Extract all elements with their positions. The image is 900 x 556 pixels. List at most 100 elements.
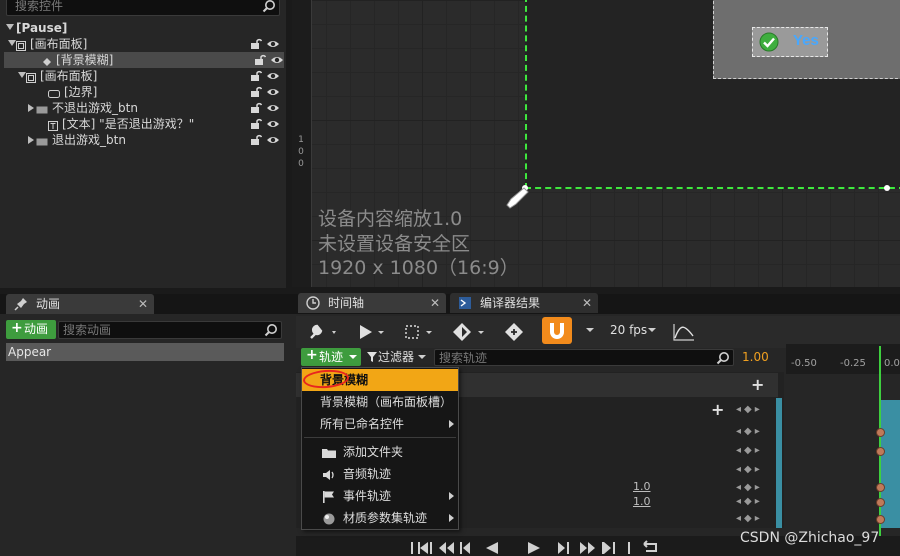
current-time-readout[interactable]: 1.00: [742, 350, 769, 364]
next-key-icon[interactable]: ▸: [755, 513, 763, 524]
close-icon[interactable]: ✕: [138, 294, 148, 314]
tree-item[interactable]: [Pause]: [0, 20, 286, 36]
collapse-arrow-icon[interactable]: [28, 104, 34, 112]
keyframe-nav-buttons[interactable]: ◂◆▸: [736, 496, 763, 507]
keyframe-nav-buttons[interactable]: ◂◆▸: [736, 445, 763, 456]
menu-item[interactable]: 材质参数集轨迹: [302, 507, 458, 529]
transport-icons[interactable]: [406, 536, 676, 556]
curve-editor-icon[interactable]: [672, 322, 696, 342]
lock-icon[interactable]: [250, 118, 262, 130]
menu-item[interactable]: 添加文件夹: [302, 441, 458, 463]
menu-item[interactable]: 事件轨迹: [302, 485, 458, 507]
next-key-icon[interactable]: ▸: [755, 482, 763, 493]
keyframe[interactable]: [876, 428, 885, 437]
close-icon[interactable]: ✕: [582, 293, 592, 313]
next-key-icon[interactable]: ▸: [755, 426, 763, 437]
keyframe-nav-buttons[interactable]: ◂◆▸: [736, 426, 763, 437]
animation-section[interactable]: [880, 400, 900, 528]
playhead[interactable]: [879, 346, 881, 536]
next-key-icon[interactable]: ▸: [755, 464, 763, 475]
next-key-icon[interactable]: ▸: [755, 496, 763, 507]
lock-icon[interactable]: [250, 38, 262, 50]
snap-magnet-button[interactable]: [542, 317, 572, 344]
yes-button[interactable]: Yes: [752, 27, 828, 57]
lock-icon[interactable]: [254, 54, 266, 66]
expand-arrow-icon[interactable]: [6, 24, 14, 30]
tree-item[interactable]: [背景模糊]: [4, 52, 284, 68]
search-icon[interactable]: [262, 0, 276, 13]
value-readout[interactable]: 1.0: [633, 480, 651, 493]
eye-icon[interactable]: [266, 135, 280, 145]
lock-icon[interactable]: [250, 134, 262, 146]
prev-key-icon[interactable]: ◂: [736, 496, 744, 507]
keyframe-nav-buttons[interactable]: ◂◆▸: [736, 404, 763, 415]
lock-icon[interactable]: [250, 102, 262, 114]
close-icon[interactable]: ✕: [430, 293, 440, 313]
tree-item[interactable]: [边界]: [0, 84, 286, 100]
tree-item[interactable]: 不退出游戏_btn: [0, 100, 286, 116]
prev-key-icon[interactable]: ◂: [736, 513, 744, 524]
keyframe-nav-buttons[interactable]: ◂◆▸: [736, 482, 763, 493]
eye-icon[interactable]: [266, 71, 280, 81]
add-key-icon[interactable]: ◆: [744, 464, 755, 475]
search-icon[interactable]: [264, 323, 278, 337]
prev-key-icon[interactable]: ◂: [736, 482, 744, 493]
tree-item[interactable]: 退出游戏_btn: [0, 132, 286, 148]
eye-icon[interactable]: [266, 87, 280, 97]
next-key-icon[interactable]: ▸: [755, 404, 763, 415]
add-key-icon[interactable]: ◆: [744, 513, 755, 524]
keyframe-icon[interactable]: [450, 322, 490, 342]
keyframe[interactable]: [876, 498, 885, 507]
widget-search-box[interactable]: [6, 0, 280, 16]
track-search-box[interactable]: [434, 349, 734, 366]
eye-icon[interactable]: [270, 55, 284, 65]
next-key-icon[interactable]: ▸: [755, 445, 763, 456]
lock-icon[interactable]: [250, 86, 262, 98]
lock-icon[interactable]: [250, 70, 262, 82]
tab-timeline[interactable]: 时间轴 ✕: [298, 293, 446, 313]
add-key-icon[interactable]: ◆: [744, 496, 755, 507]
keyframe-nav-buttons[interactable]: ◂◆▸: [736, 464, 763, 475]
menu-item[interactable]: 音频轨迹: [302, 463, 458, 485]
add-key-icon[interactable]: ◆: [744, 482, 755, 493]
search-icon[interactable]: [716, 351, 730, 365]
eye-icon[interactable]: [266, 39, 280, 49]
prev-key-icon[interactable]: ◂: [736, 404, 744, 415]
add-key-icon[interactable]: ◆: [744, 426, 755, 437]
keyframe[interactable]: [876, 483, 885, 492]
resize-handle[interactable]: [884, 185, 890, 191]
add-animation-button[interactable]: 动画: [6, 319, 56, 339]
animation-search-box[interactable]: [58, 321, 282, 339]
prev-key-icon[interactable]: ◂: [736, 426, 744, 437]
chevron-down-icon[interactable]: [418, 355, 426, 359]
prev-key-icon[interactable]: ◂: [736, 445, 744, 456]
fps-selector[interactable]: 20 fps: [610, 321, 647, 339]
value-readout[interactable]: 1.0: [633, 495, 651, 508]
chevron-down-icon[interactable]: [349, 355, 357, 359]
expand-arrow-icon[interactable]: [8, 40, 16, 46]
tree-item[interactable]: [文本] "是否退出游戏？": [0, 116, 286, 132]
add-icon[interactable]: +: [751, 375, 764, 394]
track-search-input[interactable]: [435, 350, 711, 365]
add-key-icon[interactable]: ◆: [744, 404, 755, 415]
tab-compiler-results[interactable]: 编译器结果 ✕: [450, 293, 598, 313]
tree-item[interactable]: [画布面板]: [0, 68, 286, 84]
keyframe[interactable]: [876, 447, 885, 456]
keyframe-nav-buttons[interactable]: ◂◆▸: [736, 513, 763, 524]
selection-icon[interactable]: [402, 322, 436, 342]
tab-animations[interactable]: 动画 ✕: [6, 294, 154, 314]
add-key-icon[interactable]: ◆: [744, 445, 755, 456]
menu-item[interactable]: 背景模糊（画布面板槽）: [302, 391, 458, 413]
chevron-down-icon[interactable]: [586, 328, 594, 332]
collapse-arrow-icon[interactable]: [28, 136, 34, 144]
wrench-icon[interactable]: [308, 322, 338, 342]
keyframe[interactable]: [876, 515, 885, 524]
add-icon[interactable]: +: [711, 400, 724, 419]
menu-item[interactable]: 所有已命名控件: [302, 413, 458, 435]
tree-item[interactable]: [画布面板]: [0, 36, 286, 52]
widget-search-input[interactable]: [7, 0, 257, 15]
animation-search-input[interactable]: [59, 322, 259, 338]
expand-arrow-icon[interactable]: [18, 72, 26, 78]
eye-icon[interactable]: [266, 103, 280, 113]
eye-icon[interactable]: [266, 119, 280, 129]
